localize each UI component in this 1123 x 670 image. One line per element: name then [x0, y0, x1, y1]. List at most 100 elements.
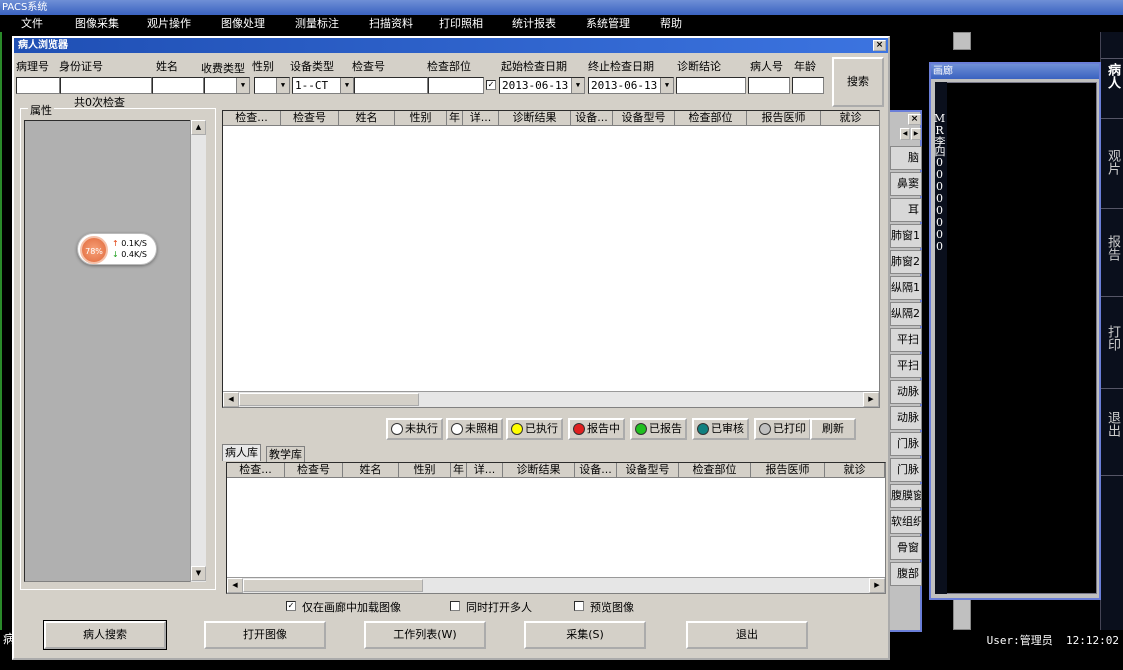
body-part-button[interactable]: 肺窗1	[890, 224, 922, 248]
scroll-thumb[interactable]	[239, 393, 419, 406]
status-filter-button[interactable]: 已执行	[506, 418, 563, 440]
status-filter-button[interactable]: 已打印	[754, 418, 811, 440]
date-filter-checkbox[interactable]: ✓	[486, 80, 496, 90]
gallery-scroll-up[interactable]	[953, 32, 971, 50]
body-part-button[interactable]: 脑	[890, 146, 922, 170]
menu-image-capture[interactable]: 图像采集	[75, 15, 119, 32]
exam-grid[interactable]: 检查... 检查号 姓名 性别年详... 诊断结果 设备... 设备型号 检查部位 报告医师 就诊…	[222, 110, 880, 408]
column-header[interactable]: 性别	[399, 463, 451, 478]
capture-button[interactable]: 采集(S)	[524, 621, 646, 649]
close-icon[interactable]: ×	[873, 40, 886, 51]
status-filter-button[interactable]: 已审核	[692, 418, 749, 440]
body-part-button[interactable]: 耳	[890, 198, 922, 222]
scroll-up-icon[interactable]: ▲	[191, 120, 206, 135]
column-header[interactable]: 报告医师	[751, 463, 825, 478]
status-filter-button[interactable]: 未照相	[446, 418, 503, 440]
body-part-button[interactable]: 软组织	[890, 510, 922, 534]
id-card-input[interactable]	[60, 77, 152, 94]
patient-no-input[interactable]	[748, 77, 790, 94]
nav-patient-button[interactable]: 病人	[1101, 58, 1123, 124]
search-button[interactable]: 搜索	[832, 57, 884, 107]
patho-no-input[interactable]	[16, 77, 60, 94]
body-part-button[interactable]: 腹部	[890, 562, 922, 586]
sex-select[interactable]: ▼	[254, 77, 290, 94]
gallery-scroll-down[interactable]	[953, 598, 971, 630]
tab-patient-library[interactable]: 病人库	[222, 444, 261, 461]
option-gallery-only-checkbox[interactable]: ✓	[286, 601, 296, 611]
column-header[interactable]: 检查部位	[675, 111, 747, 126]
name-input[interactable]	[152, 77, 204, 94]
scroll-left-icon[interactable]: ◀	[223, 392, 239, 407]
status-filter-button[interactable]: 已报告	[630, 418, 687, 440]
nav-exit-button[interactable]: 退出	[1101, 388, 1123, 476]
column-header[interactable]: 就诊	[825, 463, 885, 478]
menu-image-processing[interactable]: 图像处理	[221, 15, 265, 32]
column-header[interactable]: 详...	[463, 111, 499, 126]
column-header[interactable]: 报告医师	[747, 111, 821, 126]
column-header[interactable]: 年	[451, 463, 467, 478]
right-arrow-icon[interactable]: ▶	[911, 128, 921, 140]
library-grid-hscroll[interactable]: ◀ ▶	[227, 577, 885, 593]
menu-statistics[interactable]: 统计报表	[512, 15, 556, 32]
tab-teaching-library[interactable]: 教学库	[266, 446, 305, 463]
body-part-button[interactable]: 纵隔2	[890, 302, 922, 326]
menu-scan-data[interactable]: 扫描资料	[369, 15, 413, 32]
body-part-button[interactable]: 平扫	[890, 328, 922, 352]
body-part-button[interactable]: 门脉	[890, 432, 922, 456]
start-date-picker[interactable]: 2013-06-13 ▼	[499, 77, 585, 94]
body-part-button[interactable]: 肺窗2	[890, 250, 922, 274]
scroll-right-icon[interactable]: ▶	[869, 578, 885, 593]
column-header[interactable]: 详...	[467, 463, 503, 478]
nav-print-button[interactable]: 打印	[1101, 296, 1123, 388]
scroll-down-icon[interactable]: ▼	[191, 566, 206, 581]
diagnosis-input[interactable]	[676, 77, 746, 94]
fee-type-select[interactable]: ▼	[204, 77, 250, 94]
exit-button[interactable]: 退出	[686, 621, 808, 649]
body-part-button[interactable]: 纵隔1	[890, 276, 922, 300]
exam-grid-hscroll[interactable]: ◀ ▶	[223, 391, 879, 407]
open-image-button[interactable]: 打开图像	[204, 621, 326, 649]
column-header[interactable]: 设备型号	[613, 111, 675, 126]
menu-system-manage[interactable]: 系统管理	[586, 15, 630, 32]
refresh-button[interactable]: 刷新	[810, 418, 856, 440]
column-header[interactable]: 诊断结果	[499, 111, 571, 126]
left-arrow-icon[interactable]: ◀	[900, 128, 910, 140]
worklist-button[interactable]: 工作列表(W)	[364, 621, 486, 649]
close-icon[interactable]: ×	[908, 114, 921, 125]
column-header[interactable]: 设备型号	[617, 463, 679, 478]
menu-measure-annotate[interactable]: 测量标注	[295, 15, 339, 32]
gallery-series-label[interactable]: MR李四00000000	[933, 82, 947, 594]
column-header[interactable]: 年	[447, 111, 463, 126]
column-header[interactable]: 姓名	[343, 463, 399, 478]
body-part-button[interactable]: 动脉	[890, 380, 922, 404]
scroll-right-icon[interactable]: ▶	[863, 392, 879, 407]
column-header[interactable]: 就诊	[821, 111, 879, 126]
column-header[interactable]: 检查...	[227, 463, 285, 478]
column-header[interactable]: 设备...	[571, 111, 613, 126]
device-type-select[interactable]: 1--CT ▼	[292, 77, 354, 94]
status-filter-button[interactable]: 未执行	[386, 418, 443, 440]
column-header[interactable]: 检查号	[285, 463, 343, 478]
exam-part-input[interactable]	[428, 77, 484, 94]
option-preview-checkbox[interactable]	[574, 601, 584, 611]
attributes-vscroll[interactable]: ▲ ▼	[190, 120, 206, 582]
body-part-button[interactable]: 平扫	[890, 354, 922, 378]
exam-no-input[interactable]	[354, 77, 428, 94]
status-filter-button[interactable]: 报告中	[568, 418, 625, 440]
body-part-button[interactable]: 门脉	[890, 458, 922, 482]
gallery-canvas[interactable]	[935, 82, 1097, 594]
patient-search-button[interactable]: 病人搜索	[43, 620, 167, 650]
body-part-button[interactable]: 腹膜窗	[890, 484, 922, 508]
attributes-panel[interactable]	[24, 120, 206, 582]
column-header[interactable]: 检查...	[223, 111, 281, 126]
body-part-button[interactable]: 骨窗	[890, 536, 922, 560]
end-date-picker[interactable]: 2013-06-13 ▼	[588, 77, 674, 94]
nav-report-button[interactable]: 报告	[1101, 208, 1123, 296]
menu-print-photo[interactable]: 打印照相	[439, 15, 483, 32]
column-header[interactable]: 检查部位	[679, 463, 751, 478]
column-header[interactable]: 诊断结果	[503, 463, 575, 478]
menu-help[interactable]: 帮助	[660, 15, 682, 32]
column-header[interactable]: 检查号	[281, 111, 339, 126]
column-header[interactable]: 设备...	[575, 463, 617, 478]
column-header[interactable]: 姓名	[339, 111, 395, 126]
